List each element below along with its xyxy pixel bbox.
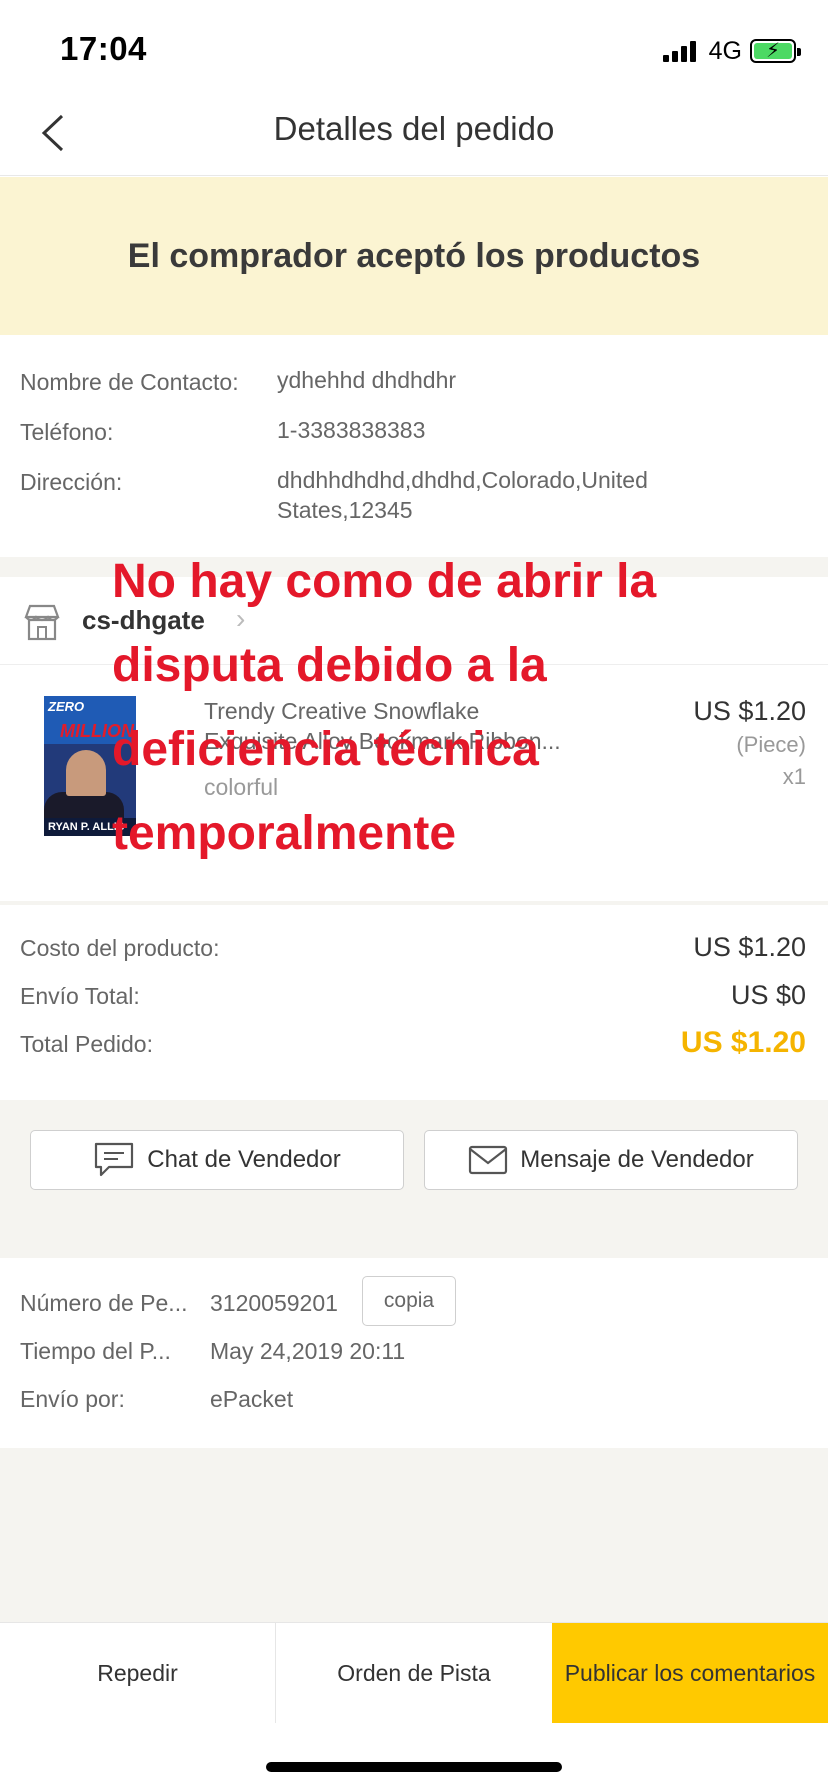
phone-value: 1-3383838383	[277, 417, 426, 443]
order-status-text: El comprador aceptó los productos	[127, 236, 701, 275]
chat-seller-label: Chat de Vendedor	[147, 1146, 341, 1173]
status-time: 17:04	[60, 30, 147, 67]
product-title-line-2: Exquisite Alloy Bookmark Ribbon...	[204, 728, 561, 754]
order-summary: Costo del producto: US $1.20 Envío Total…	[0, 905, 828, 1100]
home-indicator	[266, 1762, 562, 1772]
section-divider	[0, 1220, 828, 1258]
product-unit: (Piece)	[736, 732, 806, 757]
section-divider	[0, 557, 828, 577]
product-cost-value: US $1.20	[693, 932, 806, 962]
order-time-value: May 24,2019 20:11	[210, 1338, 406, 1364]
store-icon	[24, 604, 60, 641]
network-type: 4G	[708, 36, 742, 65]
envelope-icon	[469, 1145, 508, 1175]
product-title-line-1: Trendy Creative Snowflake	[204, 698, 480, 724]
chevron-right-icon: ›	[236, 603, 246, 634]
thumbnail-label-author: RYAN P. ALLIS	[44, 818, 136, 836]
phone-label: Teléfono:	[20, 419, 114, 445]
address-label: Dirección:	[20, 469, 123, 495]
product-title: Trendy Creative Snowflake Exquisite Allo…	[204, 696, 604, 756]
address-value: dhdhhdhdhd,dhdhd,Colorado,United States,…	[277, 465, 648, 525]
product-item[interactable]: ZERO MILLION RYAN P. ALLIS Trendy Creati…	[0, 666, 828, 901]
product-price: US $1.20	[693, 696, 806, 726]
order-info: Número de Pe... 3120059201 copia Tiempo …	[0, 1258, 828, 1448]
contact-name-label: Nombre de Contacto:	[20, 369, 239, 395]
order-total-value: US $1.20	[680, 1026, 806, 1059]
battery-icon: ⚡	[750, 39, 801, 63]
address-line-2: States,12345	[277, 497, 413, 523]
store-row[interactable]: cs-dhgate ›	[0, 577, 828, 665]
product-variant: colorful	[204, 774, 279, 800]
address-line-1: dhdhhdhdhd,dhdhd,Colorado,United	[277, 467, 648, 493]
product-cost-label: Costo del producto:	[20, 935, 220, 961]
thumbnail-label-title: MILLION	[44, 718, 136, 744]
seller-actions: Chat de Vendedor Mensaje de Vendedor	[0, 1100, 828, 1220]
message-seller-button[interactable]: Mensaje de Vendedor	[424, 1130, 798, 1190]
reorder-button[interactable]: Repedir	[0, 1623, 276, 1723]
product-quantity: x1	[782, 764, 806, 789]
signal-icon	[662, 40, 699, 62]
track-order-button[interactable]: Orden de Pista	[276, 1623, 552, 1723]
order-number-label: Número de Pe...	[20, 1290, 188, 1316]
order-number-value: 3120059201	[210, 1290, 338, 1316]
status-indicators: 4G ⚡	[662, 36, 801, 66]
post-review-button[interactable]: Publicar los comentarios	[552, 1623, 828, 1723]
chat-icon	[95, 1142, 134, 1177]
contact-section: Nombre de Contacto: ydhehhd dhdhdhr Telé…	[0, 335, 828, 557]
nav-bar: Detalles del pedido	[0, 90, 828, 176]
shipping-method-label: Envío por:	[20, 1386, 125, 1412]
chat-seller-button[interactable]: Chat de Vendedor	[30, 1130, 404, 1190]
order-time-label: Tiempo del P...	[20, 1338, 171, 1364]
shipping-total-label: Envío Total:	[20, 983, 140, 1009]
order-status-banner: El comprador aceptó los productos	[0, 177, 828, 335]
contact-name-value: ydhehhd dhdhdhr	[277, 367, 457, 393]
store-name: cs-dhgate	[82, 605, 205, 635]
empty-area	[0, 1448, 828, 1622]
copy-order-number-button[interactable]: copia	[362, 1276, 456, 1326]
shipping-method-value: ePacket	[210, 1386, 294, 1412]
product-thumbnail: ZERO MILLION RYAN P. ALLIS	[44, 696, 136, 836]
thumbnail-label-top: ZERO	[44, 696, 136, 718]
page-title: Detalles del pedido	[273, 110, 555, 147]
status-bar: 17:04 4G ⚡	[0, 0, 828, 90]
shipping-total-value: US $0	[730, 980, 806, 1010]
bottom-action-bar: Repedir Orden de Pista Publicar los come…	[0, 1622, 828, 1723]
message-seller-label: Mensaje de Vendedor	[520, 1146, 754, 1173]
order-total-label: Total Pedido:	[20, 1031, 153, 1057]
